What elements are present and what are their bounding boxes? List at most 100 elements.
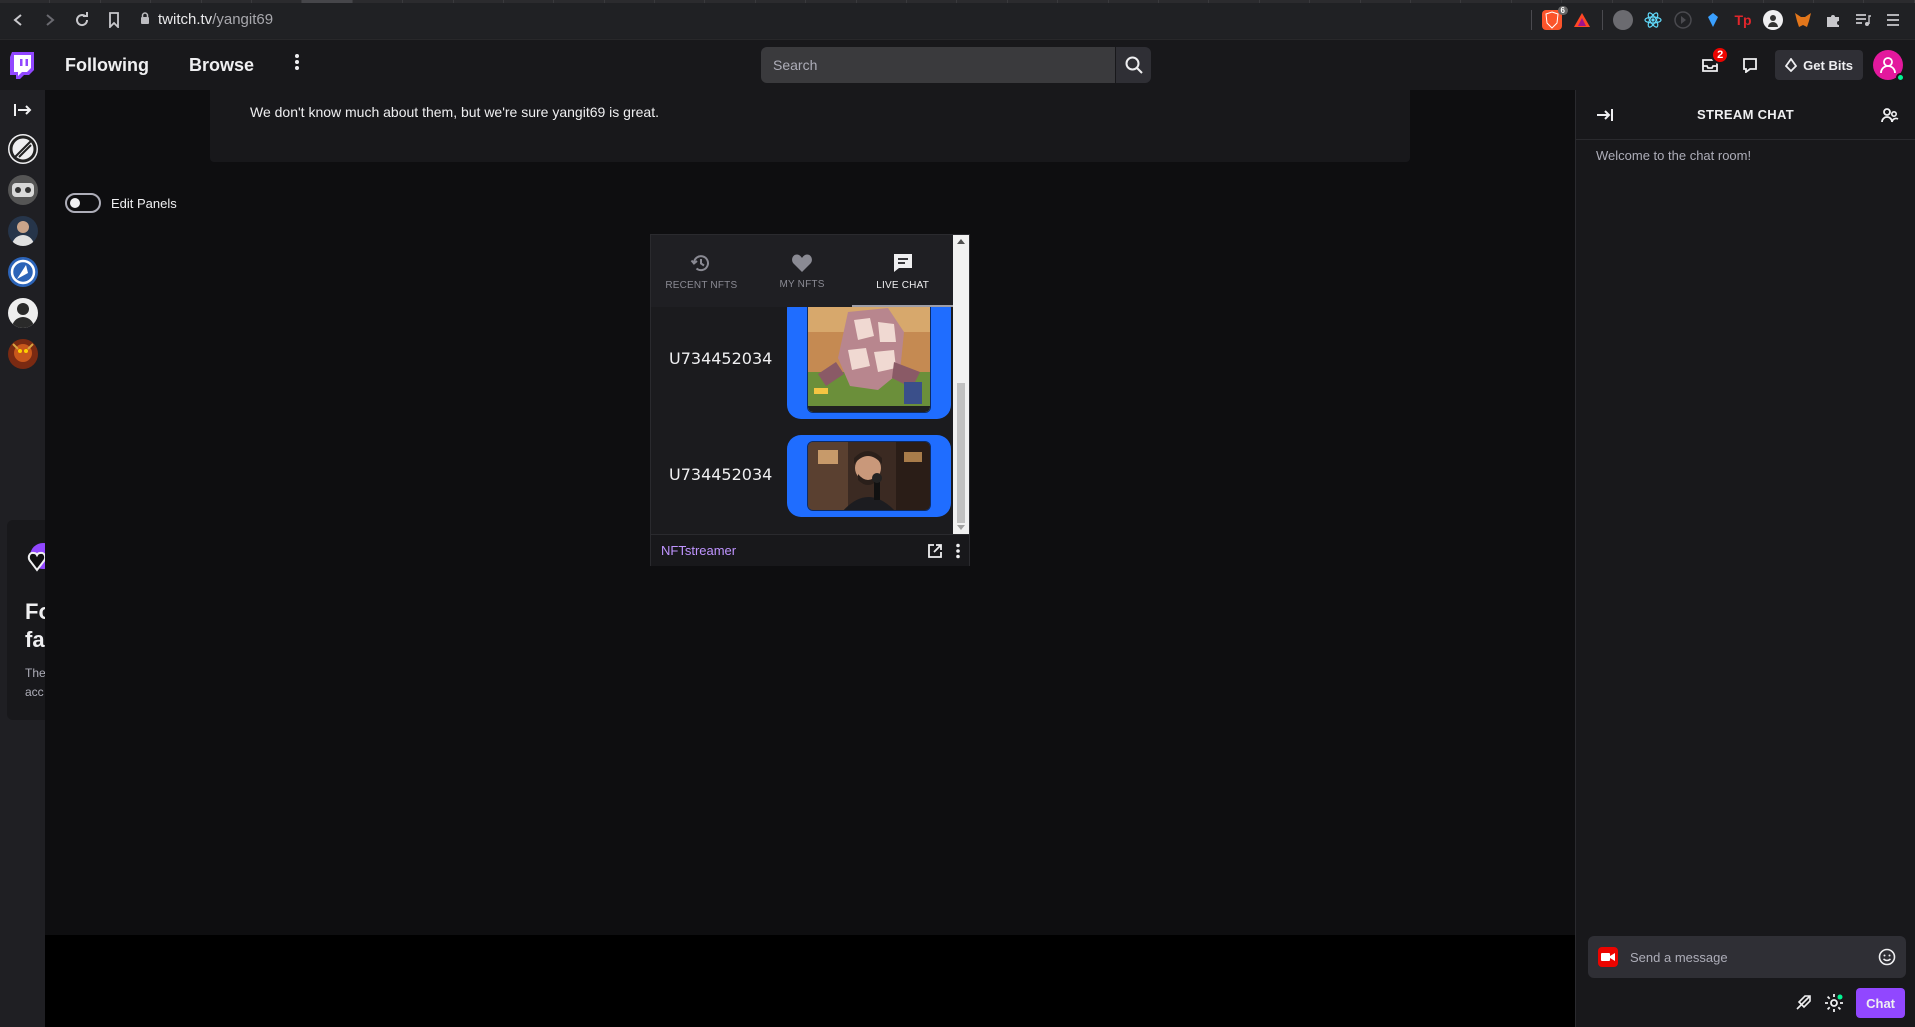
- browser-toolbar: twitch.tv/yangit69 6 Tp: [0, 0, 1915, 40]
- tab-recent-nfts[interactable]: RECENT NFTS: [651, 235, 752, 307]
- history-icon: [691, 254, 710, 271]
- metamask-fox-icon[interactable]: [1793, 10, 1813, 30]
- bookmark-icon: [109, 11, 119, 28]
- followed-channel-avatar[interactable]: [7, 134, 38, 164]
- search-bar: [761, 47, 1151, 83]
- twitch-top-nav: Following Browse 2 Get Bits: [0, 40, 1915, 90]
- forward-button[interactable]: [36, 6, 64, 34]
- heart-promo-icon: [27, 543, 45, 572]
- promo-card[interactable]: Fofa Theacc: [7, 520, 45, 720]
- reload-icon: [76, 11, 89, 26]
- user-avatar[interactable]: [1873, 50, 1905, 82]
- edit-panels-label: Edit Panels: [111, 195, 177, 211]
- get-bits-button[interactable]: Get Bits: [1775, 50, 1863, 80]
- nft-bubble[interactable]: [787, 307, 951, 419]
- play-extension-icon[interactable]: [1673, 10, 1693, 30]
- heart-icon: [792, 254, 812, 272]
- nft-extension-panel: RECENT NFTS MY NFTS LIVE CHAT U734452034: [650, 234, 970, 566]
- edit-panels-toggle[interactable]: [65, 193, 101, 213]
- nft-chat-feed: U734452034 U734452034: [651, 307, 953, 534]
- search-button[interactable]: [1115, 47, 1151, 83]
- settings-gear-icon[interactable]: [1824, 993, 1844, 1013]
- url-host: twitch.tv: [158, 11, 213, 28]
- tab-my-nfts[interactable]: MY NFTS: [752, 235, 853, 307]
- chat-send-button[interactable]: Chat: [1856, 988, 1905, 1018]
- feed-username: U734452034: [669, 349, 773, 368]
- forward-arrow-icon: [46, 13, 55, 26]
- brave-shield-icon[interactable]: 6: [1542, 6, 1568, 30]
- followed-channel-avatar[interactable]: [7, 175, 38, 205]
- extension-name-link[interactable]: NFTstreamer: [661, 543, 736, 558]
- diamond-extension-icon[interactable]: [1703, 10, 1723, 30]
- followed-channel-avatar[interactable]: [7, 257, 38, 287]
- whispers-icon: [1743, 58, 1758, 73]
- address-bar[interactable]: twitch.tv/yangit69: [140, 6, 1510, 34]
- camera-icon[interactable]: [1598, 947, 1618, 967]
- tp-extension-icon[interactable]: Tp: [1733, 10, 1753, 30]
- expand-arrow-icon: [13, 104, 31, 116]
- chat-input-box: [1588, 936, 1906, 978]
- notifications-count-badge: 2: [1711, 46, 1730, 64]
- react-devtools-icon[interactable]: [1643, 10, 1663, 30]
- extension-footer: NFTstreamer: [651, 534, 969, 566]
- notifications-button[interactable]: 2: [1695, 46, 1730, 80]
- playlist-icon[interactable]: [1853, 10, 1873, 30]
- bookmark-button[interactable]: [100, 6, 128, 34]
- twitch-logo-icon[interactable]: [9, 51, 35, 79]
- emote-picker-icon[interactable]: [1878, 948, 1896, 966]
- brave-rewards-icon[interactable]: [1572, 10, 1592, 30]
- chat-icon: [893, 253, 912, 272]
- nft-image-robot: [807, 307, 931, 413]
- tab-live-chat-label: LIVE CHAT: [876, 279, 930, 291]
- extension-gray-icon[interactable]: [1613, 10, 1633, 30]
- search-input[interactable]: [761, 47, 1115, 83]
- collapse-arrow-icon: [1597, 109, 1613, 121]
- nft-bubble[interactable]: [787, 435, 951, 517]
- chat-message-input[interactable]: [1628, 948, 1868, 966]
- back-button[interactable]: [4, 6, 32, 34]
- chat-title: STREAM CHAT: [1697, 107, 1794, 122]
- extension-scrollbar[interactable]: [953, 235, 969, 534]
- back-arrow-icon: [13, 13, 22, 26]
- collapse-chat-button[interactable]: [1590, 100, 1620, 130]
- extension-menu-icon[interactable]: [955, 543, 961, 559]
- feed-username: U734452034: [669, 465, 773, 484]
- online-status-dot: [1896, 73, 1905, 82]
- extension-tabs: RECENT NFTS MY NFTS LIVE CHAT: [651, 235, 953, 307]
- community-button[interactable]: [1875, 100, 1905, 130]
- promo-text: The acc: [25, 666, 45, 699]
- search-icon: [1125, 56, 1143, 74]
- nav-browse[interactable]: Browse: [189, 55, 254, 76]
- users-icon: [1881, 108, 1899, 123]
- url-path: /yangit69: [212, 11, 274, 28]
- get-bits-label: Get Bits: [1803, 57, 1853, 73]
- followed-channel-avatar[interactable]: [7, 298, 38, 328]
- promo-title: Fofa: [25, 599, 45, 652]
- scrollbar-thumb[interactable]: [957, 383, 965, 523]
- popout-icon[interactable]: [927, 543, 943, 559]
- player-bottom-area: [45, 935, 1575, 1027]
- topnav-right: 2 Get Bits: [1695, 46, 1905, 82]
- tab-my-nfts-label: MY NFTS: [779, 278, 825, 290]
- rocket-icon[interactable]: [1794, 994, 1812, 1012]
- chat-header: STREAM CHAT: [1576, 90, 1915, 140]
- reload-button[interactable]: [68, 6, 96, 34]
- brave-shield-count: 6: [1557, 6, 1568, 15]
- nav-following[interactable]: Following: [65, 55, 149, 76]
- more-menu-icon[interactable]: [294, 53, 300, 77]
- list-item: U734452034: [651, 307, 953, 427]
- followed-channel-avatar[interactable]: [7, 339, 38, 369]
- avatar-extension-icon[interactable]: [1763, 10, 1783, 30]
- tab-strip: [0, 0, 1915, 3]
- followed-channel-avatar[interactable]: [7, 216, 38, 246]
- browser-menu-icon[interactable]: [1883, 10, 1903, 30]
- chat-actions: Chat: [1794, 988, 1905, 1018]
- expand-sidebar-button[interactable]: [0, 90, 45, 130]
- lock-icon: [140, 12, 150, 27]
- tab-live-chat[interactable]: LIVE CHAT: [852, 235, 953, 307]
- left-sidebar: Fofa Theacc: [0, 90, 45, 1027]
- tab-recent-nfts-label: RECENT NFTS: [665, 279, 738, 291]
- chat-welcome-message: Welcome to the chat room!: [1596, 148, 1752, 163]
- whispers-button[interactable]: [1735, 50, 1765, 80]
- extensions-puzzle-icon[interactable]: [1823, 10, 1843, 30]
